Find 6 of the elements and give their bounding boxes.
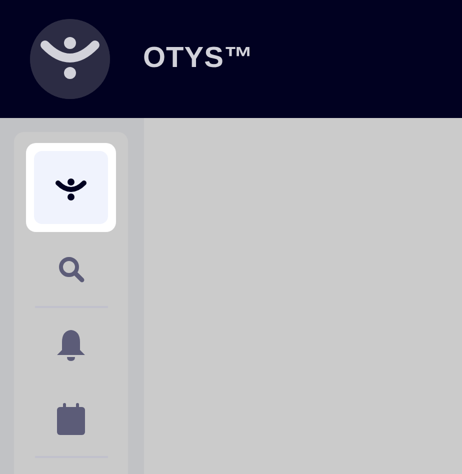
nav-button[interactable]: [26, 143, 116, 232]
search-icon: [58, 256, 84, 282]
logo-icon: [30, 19, 110, 99]
app-title: OTYS™: [143, 41, 254, 76]
calendar-icon: [56, 402, 86, 436]
bell-icon: [56, 328, 86, 362]
